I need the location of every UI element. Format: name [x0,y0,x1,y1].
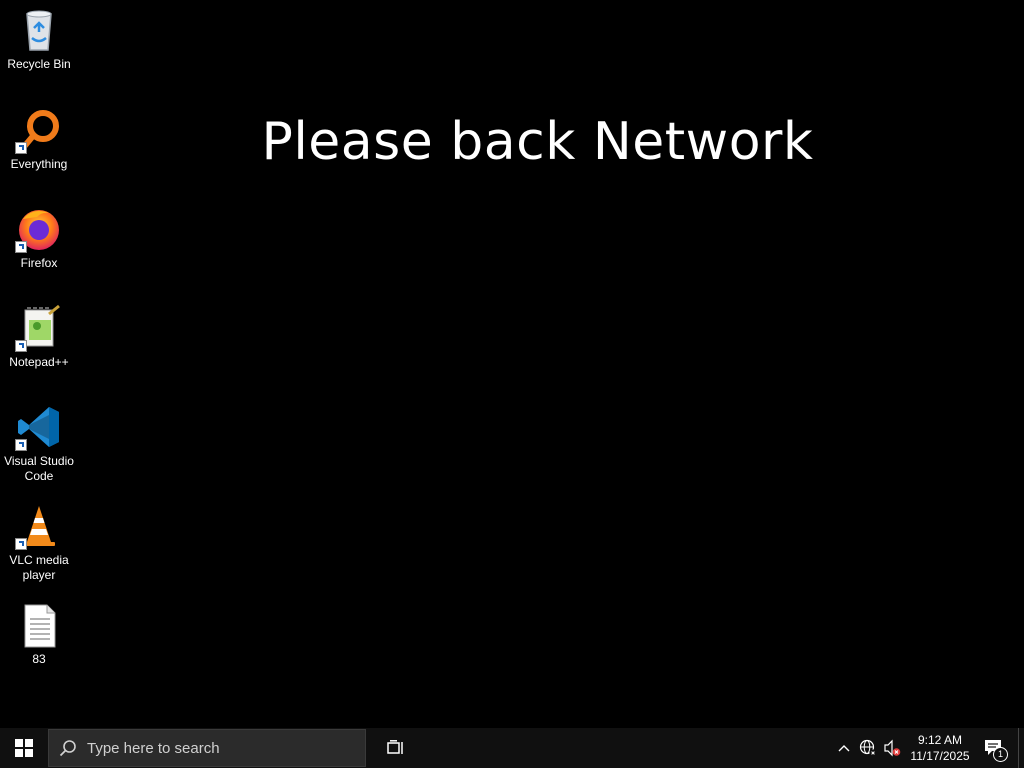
vlc-icon [15,502,63,550]
shortcut-arrow-icon [15,241,27,253]
volume-muted-icon [884,739,901,757]
clock-time: 9:12 AM [917,733,962,747]
desktop: Please back Network Recycle Bin Everythi… [0,0,1024,728]
chevron-up-icon [838,745,850,752]
volume-button[interactable] [880,728,904,768]
shortcut-arrow-icon [15,439,27,451]
system-tray: 9:12 AM 11/17/2025 1 [832,728,1024,768]
task-view-icon [387,740,403,754]
desktop-icon-notepad-plus-plus[interactable]: Notepad++ [2,298,76,392]
windows-logo-icon [15,739,33,757]
desktop-icon-label: Everything [10,157,68,171]
recycle-bin-icon [15,6,63,54]
search-icon [49,739,87,757]
desktop-icon-text-file-83[interactable]: 83 [2,595,76,689]
text-file-icon [15,601,63,649]
show-desktop-button[interactable] [1018,728,1024,768]
desktop-icon-recycle-bin[interactable]: Recycle Bin [2,0,76,94]
desktop-icon-label: VLC media player [9,553,69,582]
action-center-button[interactable]: 1 [976,728,1012,768]
network-globe-icon [859,739,877,757]
desktop-icon-label: Notepad++ [9,355,69,369]
taskbar: Type here to search 9:12 AM 11/17/2025 1 [0,728,1024,768]
everything-search-icon [15,106,63,154]
wallpaper-message: Please back Network [261,112,814,172]
desktop-icon-label: Firefox [20,256,58,270]
desktop-icon-vscode[interactable]: Visual Studio Code [2,397,76,491]
shortcut-arrow-icon [15,340,27,352]
desktop-icon-vlc[interactable]: VLC media player [2,496,76,590]
clock-date: 11/17/2025 [910,749,970,763]
taskbar-clock[interactable]: 9:12 AM 11/17/2025 [904,728,976,768]
desktop-icon-label: Visual Studio Code [4,454,74,483]
notification-count-badge: 1 [993,747,1008,762]
task-view-button[interactable] [372,728,420,768]
notepad-plus-plus-icon [15,304,63,352]
desktop-icon-label: Recycle Bin [7,57,71,71]
desktop-icon-label: 83 [32,652,46,666]
vscode-icon [15,403,63,451]
network-status-button[interactable] [856,728,880,768]
desktop-icon-firefox[interactable]: Firefox [2,199,76,293]
firefox-icon [15,205,63,253]
shortcut-arrow-icon [15,538,27,550]
show-hidden-icons-button[interactable] [832,728,856,768]
search-placeholder: Type here to search [87,739,220,757]
desktop-icon-everything[interactable]: Everything [2,100,76,194]
shortcut-arrow-icon [15,142,27,154]
taskbar-search-box[interactable]: Type here to search [48,729,366,767]
start-button[interactable] [0,728,48,768]
